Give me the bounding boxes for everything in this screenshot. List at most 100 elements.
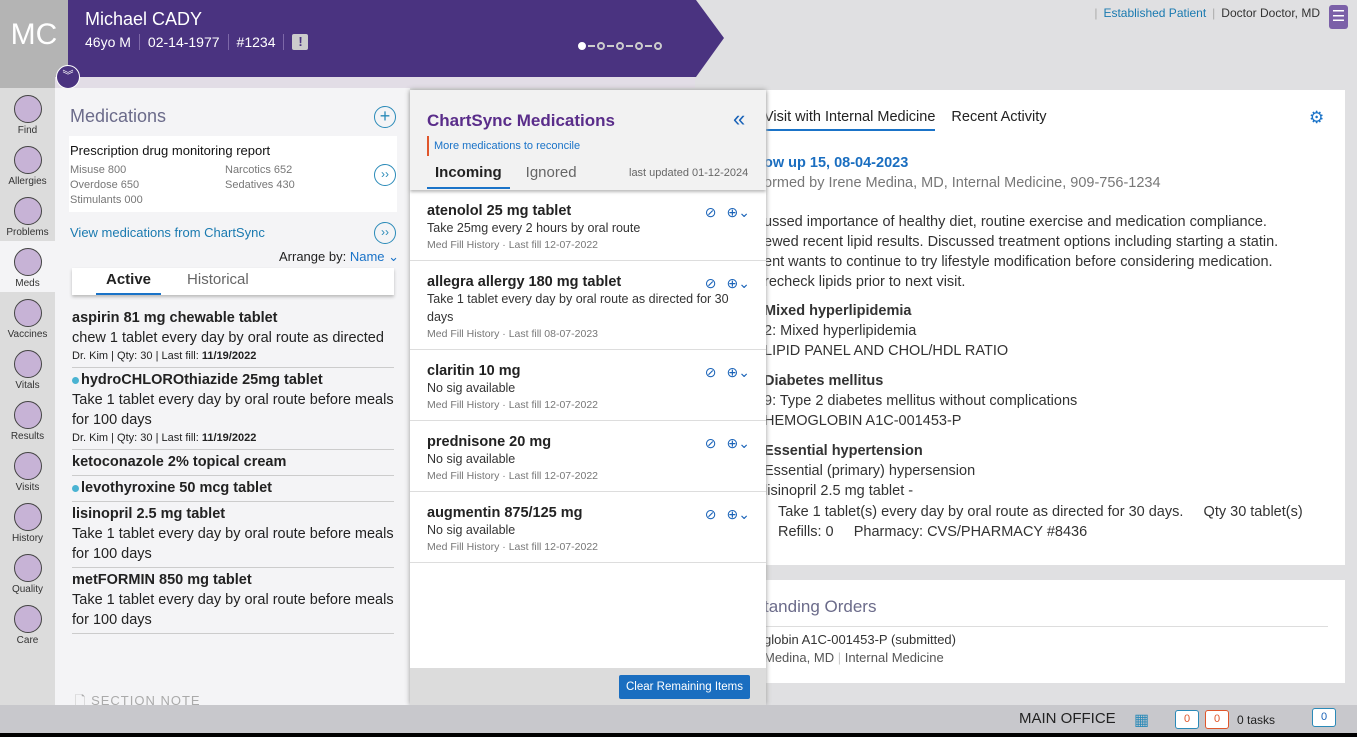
sidebar-item-allergies[interactable]: Allergies bbox=[0, 139, 55, 190]
medication-item[interactable]: metFORMIN 850 mg tablet Take 1 tablet eve… bbox=[72, 568, 394, 634]
chartsync-med-meta: Med Fill History · Last fill 12-07-2022 bbox=[427, 470, 598, 482]
rx-details: Take 1 tablet(s) every day by oral route… bbox=[778, 502, 1303, 542]
pdmp-title: Prescription drug monitoring report bbox=[70, 143, 271, 158]
divider bbox=[55, 77, 695, 88]
sidebar-item-problems[interactable]: Problems bbox=[0, 190, 55, 241]
problem: Mixed hyperlipidemia 2: Mixed hyperlipide… bbox=[764, 301, 1077, 361]
sidebar-item-results[interactable]: Results bbox=[0, 394, 55, 445]
quality-icon bbox=[13, 554, 42, 582]
count-badge[interactable]: 0 bbox=[1175, 710, 1199, 729]
progress-stepper[interactable] bbox=[578, 42, 662, 50]
last-fill: Last fill 12-07-2022 bbox=[508, 239, 598, 251]
alert-icon[interactable]: ! bbox=[292, 34, 309, 50]
pdmp-report: Prescription drug monitoring report Misu… bbox=[69, 136, 397, 212]
expand-banner-icon[interactable]: ︾ bbox=[56, 65, 80, 89]
ignore-eye-slash-icon[interactable]: ⊘ bbox=[705, 204, 717, 221]
sidebar-item-vitals[interactable]: Vitals bbox=[0, 343, 55, 394]
problems-icon bbox=[13, 197, 42, 225]
arrange-value[interactable]: Name bbox=[350, 249, 385, 264]
find-icon bbox=[13, 95, 42, 123]
allergies-icon bbox=[13, 146, 42, 174]
medication-list: aspirin 81 mg chewable tablet chew 1 tabl… bbox=[72, 306, 394, 634]
sidebar-item-find[interactable]: Find bbox=[0, 88, 55, 139]
arrange-by[interactable]: Arrange by: Name ⌄ bbox=[279, 249, 399, 265]
note-icon: 🗋 bbox=[75, 693, 87, 705]
tab-recent-activity[interactable]: Recent Activity bbox=[951, 109, 1046, 131]
sidebar-item-quality[interactable]: Quality bbox=[0, 547, 55, 598]
tasks-count[interactable]: 0 tasks bbox=[1237, 713, 1275, 727]
medication-name: metFORMIN 850 mg tablet bbox=[72, 570, 394, 590]
patient-name: Michael CADY bbox=[85, 9, 203, 29]
sidebar-item-label: History bbox=[11, 533, 44, 544]
chartsync-item: atenolol 25 mg tablet Take 25mg every 2 h… bbox=[410, 190, 766, 261]
sidebar-item-visits[interactable]: Visits bbox=[0, 445, 55, 496]
add-circle-icon[interactable]: ⊕⌄ bbox=[727, 506, 750, 523]
chartsync-med-name: prednisone 20 mg bbox=[427, 434, 552, 450]
tab-visit[interactable]: Visit with Internal Medicine bbox=[764, 109, 936, 131]
sidebar-item-vaccines[interactable]: Vaccines bbox=[0, 292, 55, 343]
medication-name: hydroCHLOROthiazide 25mg tablet bbox=[72, 370, 394, 390]
item-actions: ⊘ ⊕⌄ bbox=[705, 204, 750, 221]
add-circle-icon[interactable]: ⊕⌄ bbox=[727, 204, 750, 221]
menu-icon[interactable]: ☰ bbox=[1329, 5, 1348, 29]
office-name[interactable]: MAIN OFFICE bbox=[1019, 710, 1116, 727]
chevron-down-icon[interactable]: ⌄ bbox=[388, 249, 399, 264]
count-badge-alert[interactable]: 0 bbox=[1205, 710, 1229, 729]
ignore-eye-slash-icon[interactable]: ⊘ bbox=[705, 506, 717, 523]
collapse-panel-icon[interactable]: « bbox=[733, 106, 745, 132]
sidebar-item-label: Find bbox=[17, 125, 38, 136]
chartsync-med-sig: No sig available bbox=[427, 523, 516, 537]
vaccines-icon bbox=[13, 299, 42, 327]
top-user-info: | Established Patient | Doctor Doctor, MD bbox=[1094, 6, 1320, 20]
problem-line: LIPID PANEL AND CHOL/HDL RATIO bbox=[764, 343, 1009, 359]
add-circle-icon[interactable]: ⊕⌄ bbox=[727, 364, 750, 381]
ignore-eye-slash-icon[interactable]: ⊘ bbox=[705, 275, 717, 292]
problem-list: Mixed hyperlipidemia 2: Mixed hyperlipide… bbox=[764, 301, 1077, 511]
sidebar-item-history[interactable]: History bbox=[0, 496, 55, 547]
order-item[interactable]: globin A1C-001453-P (submitted) bbox=[764, 630, 956, 650]
add-circle-icon[interactable]: ⊕⌄ bbox=[727, 435, 750, 452]
open-chartsync-button[interactable]: ›› bbox=[374, 222, 396, 244]
gear-icon[interactable]: ⚙ bbox=[1309, 108, 1324, 128]
calendar-icon[interactable]: ▦ bbox=[1134, 710, 1149, 730]
visit-tabs: Visit with Internal Medicine Recent Acti… bbox=[764, 109, 1047, 131]
medication-item[interactable]: lisinopril 2.5 mg tablet Take 1 tablet ev… bbox=[72, 502, 394, 568]
add-circle-icon[interactable]: ⊕⌄ bbox=[727, 275, 750, 292]
problem: Essential hypertension Essential (primary… bbox=[764, 441, 1077, 501]
medication-item[interactable]: hydroCHLOROthiazide 25mg tablet Take 1 ta… bbox=[72, 368, 394, 450]
add-medication-button[interactable]: + bbox=[374, 106, 396, 128]
sidebar-item-label: Allergies bbox=[8, 176, 47, 187]
view-chartsync-link[interactable]: View medications from ChartSync bbox=[70, 225, 265, 240]
care-icon bbox=[13, 605, 42, 633]
medication-item[interactable]: ketoconazole 2% topical cream bbox=[72, 450, 394, 476]
chartsync-med-name: augmentin 875/125 mg bbox=[427, 505, 583, 521]
section-note[interactable]: 🗋 SECTION NOTE bbox=[75, 692, 201, 705]
chartsync-title: ChartSync Medications bbox=[427, 111, 615, 130]
reconcile-notice[interactable]: More medications to reconcile bbox=[427, 136, 585, 156]
sidebar-item-label: Care bbox=[16, 635, 39, 646]
medication-name-text: levothyroxine 50 mcg tablet bbox=[81, 480, 272, 496]
messages-icon[interactable]: 0 bbox=[1312, 708, 1336, 727]
tab-incoming[interactable]: Incoming bbox=[427, 164, 510, 189]
problem-line: 2: Mixed hyperlipidemia bbox=[764, 323, 917, 339]
visit-title[interactable]: ow up 15, 08-04-2023 bbox=[764, 153, 908, 173]
chartsync-tabs: Incoming Ignored bbox=[427, 164, 585, 189]
pdmp-stat: Misuse 800 bbox=[70, 164, 127, 176]
tab-ignored[interactable]: Ignored bbox=[518, 164, 585, 189]
medication-item[interactable]: levothyroxine 50 mcg tablet bbox=[72, 476, 394, 502]
tab-historical[interactable]: Historical bbox=[187, 268, 249, 295]
medication-item[interactable]: aspirin 81 mg chewable tablet chew 1 tabl… bbox=[72, 306, 394, 368]
ignore-eye-slash-icon[interactable]: ⊘ bbox=[705, 364, 717, 381]
open-pdmp-button[interactable]: ›› bbox=[374, 164, 396, 186]
medication-sig: Take 1 tablet every day by oral route be… bbox=[72, 392, 394, 428]
fill-source: Med Fill History bbox=[427, 328, 500, 340]
sidebar-item-meds[interactable]: Meds bbox=[0, 241, 55, 292]
medication-name-text: lisinopril 2.5 mg tablet bbox=[72, 506, 226, 522]
tab-active[interactable]: Active bbox=[96, 268, 162, 295]
patient-status-link[interactable]: Established Patient bbox=[1103, 6, 1206, 20]
medication-name: lisinopril 2.5 mg tablet bbox=[72, 504, 394, 524]
clear-remaining-button[interactable]: Clear Remaining Items bbox=[619, 675, 750, 699]
prescriber: Dr. Kim bbox=[72, 432, 109, 444]
sidebar-item-care[interactable]: Care bbox=[0, 598, 55, 649]
ignore-eye-slash-icon[interactable]: ⊘ bbox=[705, 435, 717, 452]
